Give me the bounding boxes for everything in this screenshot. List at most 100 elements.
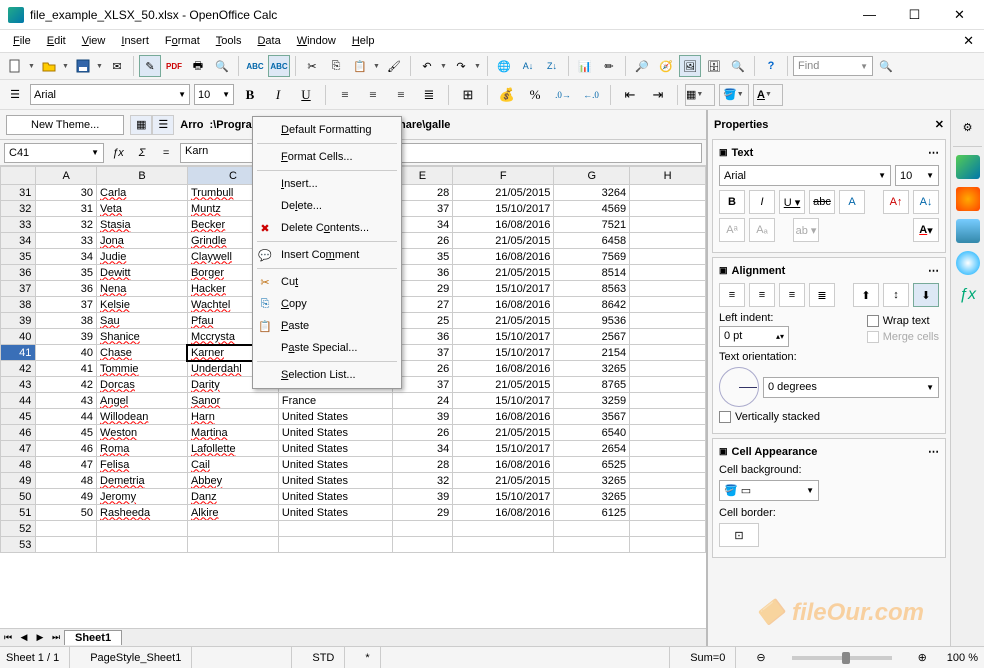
sp-align-right[interactable]: ≡: [779, 283, 805, 307]
cell[interactable]: 32: [36, 217, 97, 233]
col-header-B[interactable]: B: [97, 167, 188, 185]
cell[interactable]: [630, 345, 706, 361]
increase-indent-button[interactable]: ⇥: [646, 84, 670, 106]
cell[interactable]: Veta: [97, 201, 188, 217]
col-header-F[interactable]: F: [453, 167, 554, 185]
ctx-insert-[interactable]: Insert...: [253, 173, 401, 195]
close-button[interactable]: ✕: [937, 1, 982, 29]
copy-button[interactable]: ⎘: [325, 55, 347, 77]
cell[interactable]: Cail: [187, 457, 278, 473]
email-button[interactable]: ✉: [106, 55, 128, 77]
cell[interactable]: [187, 521, 278, 537]
cell[interactable]: [630, 185, 706, 201]
sp-superscript[interactable]: Aᵃ: [719, 218, 745, 242]
cell[interactable]: Jona: [97, 233, 188, 249]
col-header-A[interactable]: A: [36, 167, 97, 185]
row-header[interactable]: 51: [1, 505, 36, 521]
cell[interactable]: [630, 537, 706, 553]
cell[interactable]: [453, 521, 554, 537]
prev-sheet-button[interactable]: ◀: [16, 630, 32, 646]
cell[interactable]: 16/08/2016: [453, 457, 554, 473]
gallery-list-view[interactable]: ☰: [152, 115, 174, 135]
menu-edit[interactable]: Edit: [40, 33, 73, 49]
navigator-button[interactable]: 🧭: [655, 55, 677, 77]
bold-button[interactable]: B: [238, 84, 262, 106]
cell[interactable]: [630, 233, 706, 249]
cell[interactable]: Shanice: [97, 329, 188, 345]
help-button[interactable]: ?: [760, 55, 782, 77]
cell[interactable]: Dorcas: [97, 377, 188, 393]
cell[interactable]: Rasheeda: [97, 505, 188, 521]
gallery-deck-icon[interactable]: [956, 219, 980, 243]
ctx-delete-[interactable]: Delete...: [253, 195, 401, 217]
cell[interactable]: [36, 521, 97, 537]
cell[interactable]: United States: [278, 441, 392, 457]
row-header[interactable]: 42: [1, 361, 36, 377]
cell[interactable]: 2654: [554, 441, 630, 457]
currency-button[interactable]: 💰: [495, 84, 519, 106]
redo-button[interactable]: ↷: [450, 55, 472, 77]
cell[interactable]: 24: [392, 393, 453, 409]
cell[interactable]: 6540: [554, 425, 630, 441]
ctx-insert-comment[interactable]: 💬Insert Comment: [253, 244, 401, 266]
cell[interactable]: 16/08/2016: [453, 361, 554, 377]
cell[interactable]: [630, 425, 706, 441]
cell[interactable]: [36, 537, 97, 553]
status-pagestyle[interactable]: PageStyle_Sheet1: [90, 647, 192, 668]
cell[interactable]: United States: [278, 425, 392, 441]
cell[interactable]: 15/10/2017: [453, 281, 554, 297]
row-header[interactable]: 39: [1, 313, 36, 329]
row-header[interactable]: 50: [1, 489, 36, 505]
sheet-tab-1[interactable]: Sheet1: [64, 630, 122, 645]
sp-font-size[interactable]: 10▼: [895, 165, 939, 186]
cell[interactable]: 8642: [554, 297, 630, 313]
zoom-in-button[interactable]: ⊕: [918, 651, 927, 664]
function-wizard-button[interactable]: ƒx: [108, 143, 128, 163]
gallery-icon-view[interactable]: ▦: [130, 115, 152, 135]
cell[interactable]: [187, 537, 278, 553]
underline-button[interactable]: U: [294, 84, 318, 106]
cell[interactable]: 26: [392, 425, 453, 441]
sp-underline[interactable]: U ▾: [779, 190, 805, 214]
cell[interactable]: Sau: [97, 313, 188, 329]
ctx-cut[interactable]: ✂Cut: [253, 271, 401, 293]
cell[interactable]: [630, 281, 706, 297]
zoom-out-button[interactable]: ⊖: [756, 651, 765, 664]
cell[interactable]: 15/10/2017: [453, 345, 554, 361]
sp-align-justify[interactable]: ≣: [809, 283, 835, 307]
cell[interactable]: Dewitt: [97, 265, 188, 281]
row-header[interactable]: 40: [1, 329, 36, 345]
show-draw-button[interactable]: ✏: [598, 55, 620, 77]
cell[interactable]: 50: [36, 505, 97, 521]
new-theme-button[interactable]: New Theme...: [6, 115, 124, 135]
cell[interactable]: Alkire: [187, 505, 278, 521]
cell[interactable]: [554, 537, 630, 553]
sp-border[interactable]: ⊡: [719, 523, 759, 547]
cell[interactable]: 44: [36, 409, 97, 425]
cell[interactable]: 6458: [554, 233, 630, 249]
print-button[interactable]: 🖶: [187, 55, 209, 77]
cell[interactable]: Martina: [187, 425, 278, 441]
open-button[interactable]: [38, 55, 60, 77]
cell[interactable]: 28: [392, 457, 453, 473]
cell[interactable]: Angel: [97, 393, 188, 409]
cell[interactable]: United States: [278, 409, 392, 425]
sp-strike[interactable]: abc: [809, 190, 835, 214]
export-pdf-button[interactable]: PDF: [163, 55, 185, 77]
cell[interactable]: Danz: [187, 489, 278, 505]
cell[interactable]: [278, 521, 392, 537]
ctx-paste-special-[interactable]: Paste Special...: [253, 337, 401, 359]
italic-button[interactable]: I: [266, 84, 290, 106]
cell[interactable]: [630, 217, 706, 233]
cell[interactable]: 42: [36, 377, 97, 393]
align-center-button[interactable]: ≡: [361, 84, 385, 106]
cell[interactable]: 36: [36, 281, 97, 297]
cell[interactable]: [630, 361, 706, 377]
styles-button[interactable]: ☰: [4, 84, 26, 106]
cell[interactable]: 6125: [554, 505, 630, 521]
cell[interactable]: 9536: [554, 313, 630, 329]
styles-deck-icon[interactable]: [956, 187, 980, 211]
menu-help[interactable]: Help: [345, 33, 382, 49]
sp-highlight[interactable]: ab ▾: [793, 218, 819, 242]
row-header[interactable]: 34: [1, 233, 36, 249]
